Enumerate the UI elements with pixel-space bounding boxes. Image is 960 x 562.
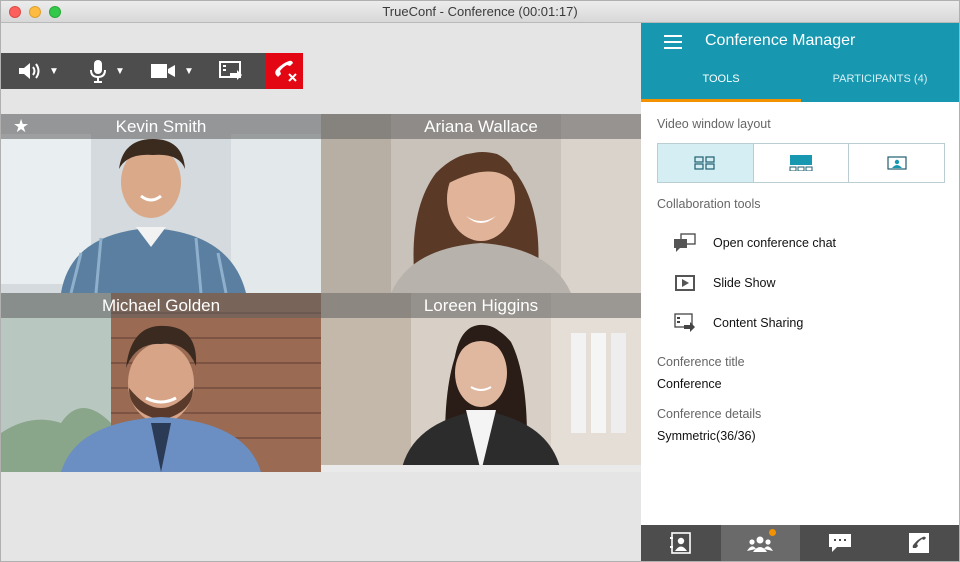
slideshow-icon (675, 275, 695, 291)
layout-single-icon (887, 156, 907, 170)
chat-icon (828, 534, 851, 552)
chat-button[interactable] (800, 525, 880, 561)
speaker-button[interactable]: ▼ (17, 53, 59, 89)
video-grid: Kevin Smith ★ Ariana Wallace Michael Gol… (1, 114, 641, 472)
notification-badge (768, 529, 776, 536)
conference-title-label: Conference title (657, 355, 745, 369)
video-tile[interactable]: Loreen Higgins (321, 293, 641, 472)
hangup-icon (274, 60, 297, 82)
layout-grid-icon (694, 156, 715, 170)
tab-participants[interactable]: PARTICIPANTS (4) (801, 73, 959, 85)
tab-tools[interactable]: TOOLS (641, 73, 801, 85)
conference-details-value: Symmetric(36/36) (657, 429, 756, 443)
conference-title-value: Conference (657, 377, 722, 391)
call-toolbar: ▼ ▼ ▼ (1, 53, 303, 89)
video-area: ▼ ▼ ▼ Kevin Smith ★ Ariana Wallace Micha… (1, 23, 641, 561)
participant-video-image (1, 114, 321, 293)
video-layout-label: Video window layout (657, 117, 771, 131)
layout-speaker-icon (789, 155, 813, 171)
menu-icon[interactable] (664, 35, 682, 49)
collaboration-tools-label: Collaboration tools (657, 197, 761, 211)
camera-dropdown-arrow[interactable]: ▼ (184, 66, 194, 77)
open-conference-chat-button[interactable]: Open conference chat (673, 231, 836, 255)
participant-video-image (321, 114, 641, 293)
participant-name: Michael Golden (1, 293, 321, 318)
participants-icon (747, 536, 774, 552)
call-icon (909, 533, 930, 553)
content-share-icon (219, 61, 242, 80)
layout-grid-button[interactable] (658, 144, 754, 182)
camera-button[interactable]: ▼ (150, 53, 194, 89)
participant-video-image (321, 293, 641, 472)
microphone-dropdown-arrow[interactable]: ▼ (115, 66, 125, 77)
chat-icon (674, 233, 696, 252)
video-tile[interactable]: Michael Golden (1, 293, 321, 472)
call-button[interactable] (880, 525, 960, 561)
participants-button[interactable] (720, 525, 800, 561)
tool-label: Open conference chat (713, 236, 836, 250)
participant-name: Ariana Wallace (321, 114, 641, 139)
microphone-button[interactable]: ▼ (89, 53, 125, 89)
video-layout-selector (657, 143, 945, 183)
star-icon[interactable]: ★ (13, 116, 29, 137)
participant-name: Loreen Higgins (321, 293, 641, 318)
panel-bottom-bar (641, 525, 959, 561)
speaker-dropdown-arrow[interactable]: ▼ (49, 66, 59, 77)
contacts-icon (669, 532, 691, 554)
video-tile[interactable]: Ariana Wallace (321, 114, 641, 293)
active-tab-indicator (641, 99, 801, 102)
contacts-button[interactable] (641, 525, 721, 561)
microphone-icon (90, 60, 106, 83)
panel-header: Conference Manager TOOLS PARTICIPANTS (4… (641, 23, 959, 102)
content-sharing-button[interactable]: Content Sharing (673, 311, 803, 335)
speaker-icon (19, 63, 40, 79)
content-share-button[interactable] (219, 53, 243, 89)
title-bar: TrueConf - Conference (00:01:17) (1, 1, 959, 23)
app-window: TrueConf - Conference (00:01:17) ▼ ▼ ▼ K… (0, 0, 960, 562)
participant-name: Kevin Smith (1, 114, 321, 139)
layout-single-button[interactable] (849, 144, 944, 182)
hangup-button[interactable] (266, 53, 303, 89)
conference-details-label: Conference details (657, 407, 762, 421)
content-sharing-icon (674, 313, 695, 332)
window-title: TrueConf - Conference (00:01:17) (382, 4, 578, 19)
tool-label: Slide Show (713, 276, 776, 290)
conference-manager-panel: Conference Manager TOOLS PARTICIPANTS (4… (641, 23, 959, 561)
participant-video-image (1, 293, 321, 472)
slide-show-button[interactable]: Slide Show (673, 271, 776, 295)
camera-icon (151, 64, 175, 78)
tool-label: Content Sharing (713, 316, 804, 330)
panel-title: Conference Manager (705, 32, 856, 49)
layout-speaker-button[interactable] (754, 144, 850, 182)
video-tile[interactable]: Kevin Smith ★ (1, 114, 321, 293)
